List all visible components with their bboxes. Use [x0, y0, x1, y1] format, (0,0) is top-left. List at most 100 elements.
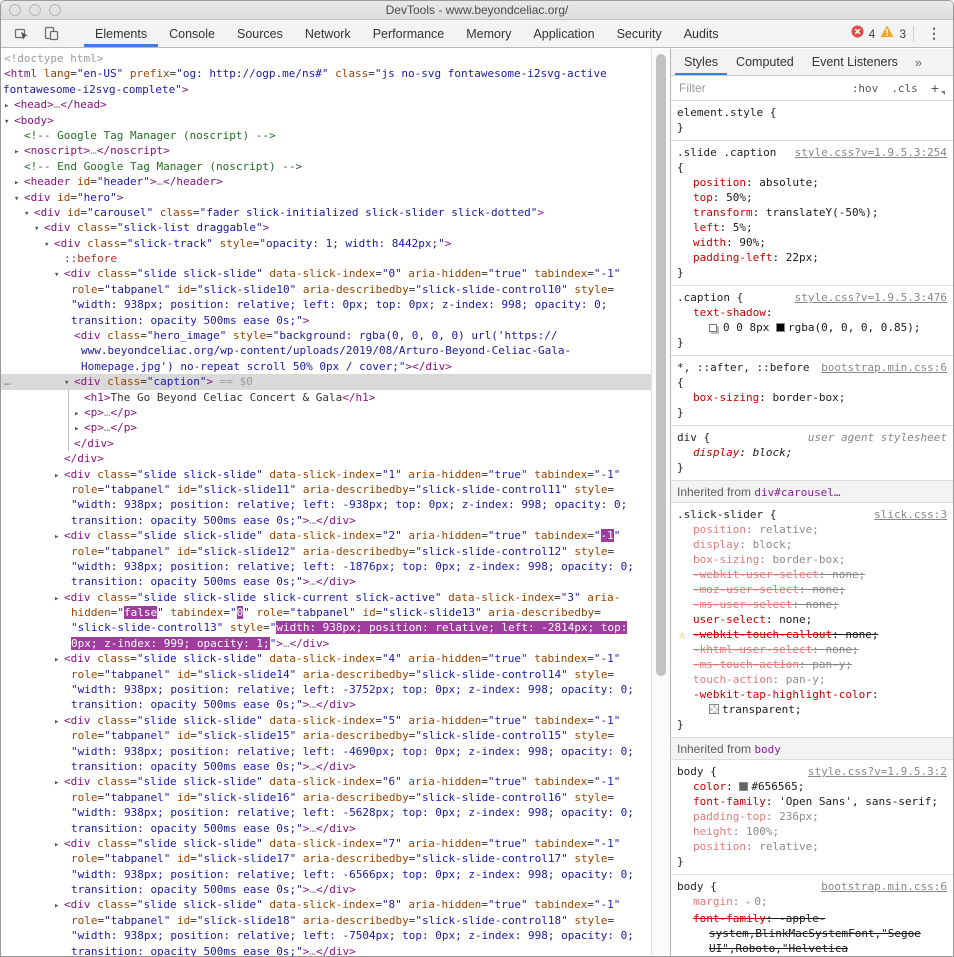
- css-property[interactable]: padding-top: 236px;: [677, 809, 947, 824]
- css-selector[interactable]: body {: [677, 765, 717, 778]
- css-property-name[interactable]: width: [693, 236, 726, 249]
- css-property[interactable]: -webkit-tap-highlight-color:: [677, 687, 947, 702]
- dom-tree-line[interactable]: ▸<p>…</p>: [1, 420, 651, 435]
- css-property-name[interactable]: display: [693, 538, 739, 551]
- stylesheet-source-link[interactable]: bootstrap.min.css:6: [821, 879, 947, 894]
- css-property-name[interactable]: box-sizing: [693, 553, 759, 566]
- dom-tree-line[interactable]: ▾<div id="hero">: [1, 190, 651, 205]
- stylesheet-source-link[interactable]: style.css?v=1.9.5.3:476: [795, 290, 947, 305]
- css-property-value[interactable]: 22px;: [786, 251, 819, 264]
- css-property-name[interactable]: -ms-user-select: [693, 598, 792, 611]
- dom-tree-line[interactable]: transition: opacity 500ms ease 0s;">: [1, 313, 651, 328]
- dom-tree-line[interactable]: role="tabpanel" id="slick-slide11" aria-…: [1, 482, 651, 497]
- css-property[interactable]: text-shadow:: [677, 305, 947, 320]
- more-options-icon[interactable]: ⋮: [921, 25, 947, 42]
- css-property[interactable]: top: 50%;: [677, 190, 947, 205]
- dom-tree-line[interactable]: <!-- End Google Tag Manager (noscript) -…: [1, 159, 651, 174]
- css-property[interactable]: position: relative;: [677, 522, 947, 537]
- tab-application[interactable]: Application: [522, 20, 605, 47]
- css-property[interactable]: box-sizing: border-box;: [677, 552, 947, 567]
- tab-network[interactable]: Network: [294, 20, 362, 47]
- css-property-value[interactable]: border-box;: [772, 553, 845, 566]
- css-property[interactable]: position: relative;: [677, 839, 947, 854]
- css-property[interactable]: display: block;: [677, 445, 947, 460]
- css-property-value[interactable]: relative;: [759, 523, 819, 536]
- inherited-from-element[interactable]: div#carousel…: [754, 486, 840, 499]
- css-property-value[interactable]: rgba(0, 0, 0, 0.85);: [788, 321, 920, 334]
- css-selector[interactable]: .slick-slider {: [677, 508, 776, 521]
- css-property-value[interactable]: none;: [832, 568, 865, 581]
- tab-performance[interactable]: Performance: [362, 20, 456, 47]
- styles-filter-input[interactable]: [679, 81, 834, 95]
- stylesheet-source-link[interactable]: slick.css:3: [874, 507, 947, 522]
- dom-tree-line[interactable]: ▸<p>…</p>: [1, 405, 651, 420]
- dom-tree-line[interactable]: ▾<div id="carousel" class="fader slick-i…: [1, 205, 651, 220]
- css-property-name[interactable]: left: [693, 221, 720, 234]
- dom-tree-line[interactable]: ▸<div class="slide slick-slide" data-sli…: [1, 774, 651, 789]
- css-selector[interactable]: *, ::after, ::before: [677, 361, 809, 374]
- css-property-name[interactable]: position: [693, 523, 746, 536]
- css-property-value[interactable]: 90%;: [739, 236, 766, 249]
- css-property[interactable]: -webkit-user-select: none;: [677, 567, 947, 582]
- dom-tree-line[interactable]: ▸<div class="slide slick-slide" data-sli…: [1, 897, 651, 912]
- css-property[interactable]: transparent;: [677, 702, 947, 717]
- css-property-name[interactable]: height: [693, 825, 733, 838]
- css-property-name[interactable]: font-family: [693, 795, 766, 808]
- dom-tree-line[interactable]: ▸<div class="slide slick-slide slick-cur…: [1, 590, 651, 605]
- css-property-name[interactable]: -moz-user-select: [693, 583, 799, 596]
- tab-audits[interactable]: Audits: [673, 20, 730, 47]
- css-property-name[interactable]: padding-top: [693, 810, 766, 823]
- dom-tree-line[interactable]: role="tabpanel" id="slick-slide17" aria-…: [1, 851, 651, 866]
- css-property-value[interactable]: translateY(-50%);: [766, 206, 879, 219]
- dom-tree-line[interactable]: ▸<header id="header">…</header>: [1, 174, 651, 189]
- tree-scrollbar[interactable]: [651, 49, 670, 956]
- css-property[interactable]: -khtml-user-select: none;: [677, 642, 947, 657]
- css-property-value[interactable]: #656565;: [751, 780, 804, 793]
- dom-tree-selected-node[interactable]: …▾<div class="caption"> == $0: [1, 374, 651, 389]
- css-selector[interactable]: div {: [677, 431, 710, 444]
- tab-security[interactable]: Security: [606, 20, 673, 47]
- css-property-name[interactable]: color: [693, 780, 726, 793]
- css-property[interactable]: -ms-user-select: none;: [677, 597, 947, 612]
- css-property-value[interactable]: -apple-: [779, 912, 825, 925]
- dom-tree-line[interactable]: fontawesome-i2svg-complete">: [1, 82, 651, 97]
- css-property[interactable]: display: block;: [677, 537, 947, 552]
- css-property-name[interactable]: position: [693, 176, 746, 189]
- css-property[interactable]: UI",Roboto,"Helvetica: [677, 941, 947, 956]
- css-property-value[interactable]: block;: [753, 446, 793, 459]
- css-property[interactable]: margin: ▸0;: [677, 894, 947, 911]
- css-property[interactable]: padding-left: 22px;: [677, 250, 947, 265]
- dom-tree-line[interactable]: 0px; z-index: 999; opacity: 1;">…</div>: [1, 636, 651, 651]
- css-property-value[interactable]: 100%;: [746, 825, 779, 838]
- css-property[interactable]: transform: translateY(-50%);: [677, 205, 947, 220]
- css-property-value[interactable]: 0;: [754, 895, 767, 908]
- dom-tree-line[interactable]: "width: 938px; position: relative; left:…: [1, 297, 651, 312]
- dom-tree-line[interactable]: ▸<div class="slide slick-slide" data-sli…: [1, 528, 651, 543]
- css-selector[interactable]: .caption {: [677, 291, 743, 304]
- css-property-value[interactable]: transparent;: [722, 703, 801, 716]
- css-property-value[interactable]: UI",Roboto,"Helvetica: [709, 942, 848, 955]
- css-property-value[interactable]: none;: [845, 628, 878, 641]
- dom-tree-line[interactable]: role="tabpanel" id="slick-slide12" aria-…: [1, 544, 651, 559]
- dom-tree-line[interactable]: transition: opacity 500ms ease 0s;">…</d…: [1, 697, 651, 712]
- css-property[interactable]: left: 5%;: [677, 220, 947, 235]
- css-property[interactable]: height: 100%;: [677, 824, 947, 839]
- css-property-value[interactable]: pan-y;: [786, 673, 826, 686]
- dom-tree-line[interactable]: "slick-slide-control13" style="width: 93…: [1, 620, 651, 635]
- tab-sources[interactable]: Sources: [226, 20, 294, 47]
- css-property[interactable]: 0 0 8px rgba(0, 0, 0, 0.85);: [677, 320, 947, 335]
- css-property[interactable]: position: absolute;: [677, 175, 947, 190]
- sidebar-tab-styles[interactable]: Styles: [675, 49, 727, 75]
- dom-tree-line[interactable]: "width: 938px; position: relative; left:…: [1, 682, 651, 697]
- tab-memory[interactable]: Memory: [455, 20, 522, 47]
- stylesheet-source-link[interactable]: bootstrap.min.css:6: [821, 360, 947, 375]
- dom-tree-line[interactable]: role="tabpanel" id="slick-slide10" aria-…: [1, 282, 651, 297]
- css-property-name[interactable]: transform: [693, 206, 753, 219]
- tab-elements[interactable]: Elements: [84, 20, 158, 47]
- css-property-name[interactable]: -webkit-tap-highlight-color: [693, 688, 872, 701]
- stylesheet-source-link[interactable]: style.css?v=1.9.5.3:2: [808, 764, 947, 779]
- dom-tree-line[interactable]: www.beyondceliac.org/wp-content/uploads/…: [1, 343, 651, 358]
- device-toolbar-icon[interactable]: [39, 23, 63, 45]
- dom-tree-line[interactable]: Homepage.jpg') no-repeat scroll 50% 0px …: [1, 359, 651, 374]
- dom-tree-line[interactable]: ▸<noscript>…</noscript>: [1, 143, 651, 158]
